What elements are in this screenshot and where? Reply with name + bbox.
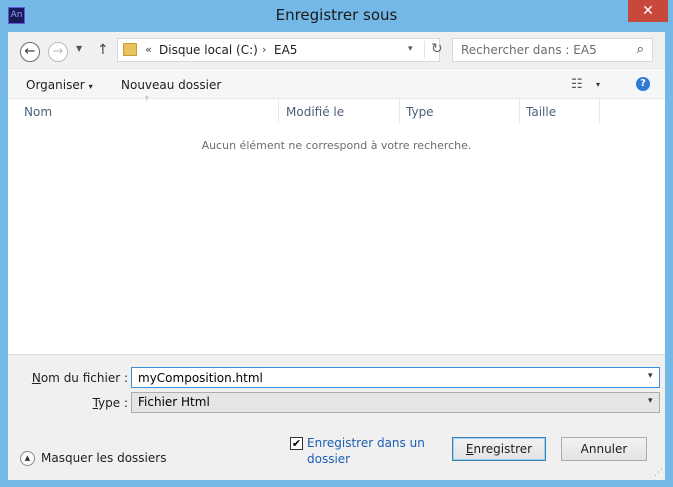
folder-icon — [123, 43, 137, 56]
type-label: Type : — [28, 396, 128, 410]
forward-button[interactable]: → — [48, 42, 68, 62]
save-button[interactable]: Enregistrer — [452, 437, 546, 461]
help-icon[interactable]: ? — [636, 77, 650, 91]
empty-list-message: Aucun élément ne correspond à votre rech… — [201, 139, 472, 152]
view-options-icon[interactable]: ☷ — [571, 77, 583, 92]
filename-label: Nom du fichier : — [28, 371, 128, 385]
save-options-panel: Nom du fichier : ▾ Type : Fichier Html ▾… — [8, 354, 665, 480]
close-icon: ✕ — [642, 3, 654, 19]
recent-locations-button[interactable]: ▼ — [76, 44, 82, 53]
collapse-up-icon: ▲ — [20, 451, 35, 466]
breadcrumb-separator-icon[interactable]: › — [262, 43, 266, 56]
column-header-label: Nom — [24, 105, 53, 119]
search-input[interactable]: Rechercher dans : EA5 — [461, 43, 597, 57]
search-icon[interactable]: ⌕ — [637, 42, 644, 57]
overflow-chevron-icon[interactable]: « — [145, 43, 152, 56]
save-button-label: nregistrer — [473, 442, 533, 456]
type-label-text: ype : — [98, 396, 128, 410]
organize-label: Organiser — [26, 78, 85, 92]
address-dropdown-icon[interactable]: ▾ — [408, 44, 413, 54]
file-type-dropdown-icon[interactable]: ▾ — [648, 396, 653, 406]
filename-input[interactable] — [131, 367, 660, 388]
save-in-folder-checkbox[interactable]: ✔ — [290, 437, 303, 450]
column-header-name[interactable]: ↑ Nom — [8, 95, 279, 123]
search-box[interactable]: Rechercher dans : EA5 ⌕ — [452, 38, 653, 62]
chevron-down-icon: ▼ — [76, 44, 83, 53]
address-bar[interactable]: « Disque local (C:) › EA5 ▾ ↻ — [117, 38, 443, 62]
dialog-title: Enregistrer sous — [275, 6, 398, 24]
close-button[interactable]: ✕ — [628, 0, 668, 22]
file-type-select[interactable]: Fichier Html — [131, 392, 660, 413]
arrow-up-icon: ↑ — [97, 42, 109, 58]
file-list[interactable]: ↑ Nom Modifié le Type Taille Aucun éléme… — [8, 95, 665, 354]
chevron-down-icon: ▾ — [88, 82, 93, 91]
refresh-icon[interactable]: ↻ — [424, 41, 443, 59]
arrow-right-icon: → — [52, 44, 64, 59]
filename-history-dropdown-icon[interactable]: ▾ — [648, 371, 653, 381]
up-button[interactable]: ↑ — [97, 42, 109, 58]
column-header-size[interactable]: Taille — [520, 99, 600, 123]
breadcrumb-ea5[interactable]: EA5 — [274, 43, 297, 57]
title-bar[interactable]: An Enregistrer sous ✕ — [0, 0, 673, 32]
hide-folders-button[interactable]: ▲ Masquer les dossiers — [20, 451, 166, 466]
command-toolbar: Organiser ▾ Nouveau dossier ☷ ▾ ? — [8, 70, 665, 98]
resize-grip-icon[interactable]: ⋰ — [654, 468, 663, 478]
filename-label-text: om du fichier : — [40, 371, 128, 385]
hide-folders-label: Masquer les dossiers — [41, 451, 167, 465]
save-in-folder-label[interactable]: Enregistrer dans un dossier — [307, 435, 437, 467]
column-header-type[interactable]: Type — [400, 99, 520, 123]
sort-ascending-icon: ↑ — [144, 95, 150, 103]
filename-label-access-key: N — [31, 371, 41, 385]
save-access-key: E — [465, 442, 474, 456]
column-header-modified[interactable]: Modifié le — [279, 99, 400, 123]
save-as-dialog: An Enregistrer sous ✕ ← → ▼ ↑ « Disque l… — [0, 0, 673, 487]
arrow-left-icon: ← — [24, 44, 36, 59]
cancel-button[interactable]: Annuler — [561, 437, 647, 461]
organize-button[interactable]: Organiser ▾ — [26, 78, 93, 92]
breadcrumb-local-disk[interactable]: Disque local (C:) — [159, 43, 258, 57]
chevron-down-icon[interactable]: ▾ — [596, 80, 600, 89]
back-button[interactable]: ← — [20, 42, 40, 62]
new-folder-button[interactable]: Nouveau dossier — [121, 78, 221, 92]
dialog-body: ← → ▼ ↑ « Disque local (C:) › EA5 ▾ ↻ Re… — [8, 32, 665, 480]
